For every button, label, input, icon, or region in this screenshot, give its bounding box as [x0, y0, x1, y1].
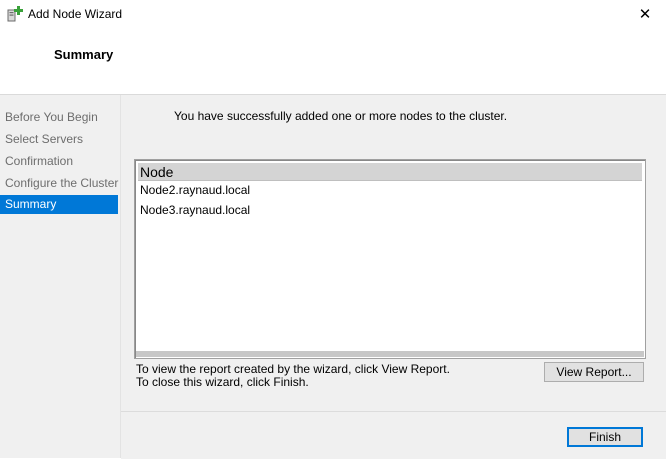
page-title: Summary: [54, 47, 114, 62]
horizontal-scrollbar[interactable]: [136, 351, 644, 357]
step-configure-the-cluster[interactable]: Configure the Cluster: [0, 174, 118, 193]
finish-button[interactable]: Finish: [567, 427, 643, 447]
success-message: You have successfully added one or more …: [174, 109, 508, 123]
node-column-header[interactable]: Node: [138, 163, 642, 181]
window-title: Add Node Wizard: [28, 7, 123, 21]
step-confirmation[interactable]: Confirmation: [0, 152, 118, 171]
step-select-servers[interactable]: Select Servers: [0, 130, 118, 149]
add-node-icon: [7, 6, 23, 22]
wizard-header: Summary: [0, 28, 666, 95]
report-instructions: To view the report created by the wizard…: [136, 363, 450, 389]
step-summary[interactable]: Summary: [0, 195, 118, 214]
node-list[interactable]: Node Node2.raynaud.local Node3.raynaud.l…: [134, 159, 646, 359]
close-icon: ✕: [638, 6, 652, 23]
close-button[interactable]: ✕: [624, 0, 666, 28]
main-content: You have successfully added one or more …: [121, 95, 666, 411]
wizard-steps-sidebar: Before You Begin Select Servers Confirma…: [0, 95, 121, 458]
list-item[interactable]: Node2.raynaud.local: [140, 181, 250, 200]
close-instruction: To close this wizard, click Finish.: [136, 375, 309, 389]
view-report-button[interactable]: View Report...: [544, 362, 644, 382]
wizard-footer: Finish: [121, 411, 666, 459]
step-before-you-begin[interactable]: Before You Begin: [0, 108, 118, 127]
title-bar: Add Node Wizard ✕: [0, 0, 666, 28]
list-item[interactable]: Node3.raynaud.local: [140, 201, 250, 220]
